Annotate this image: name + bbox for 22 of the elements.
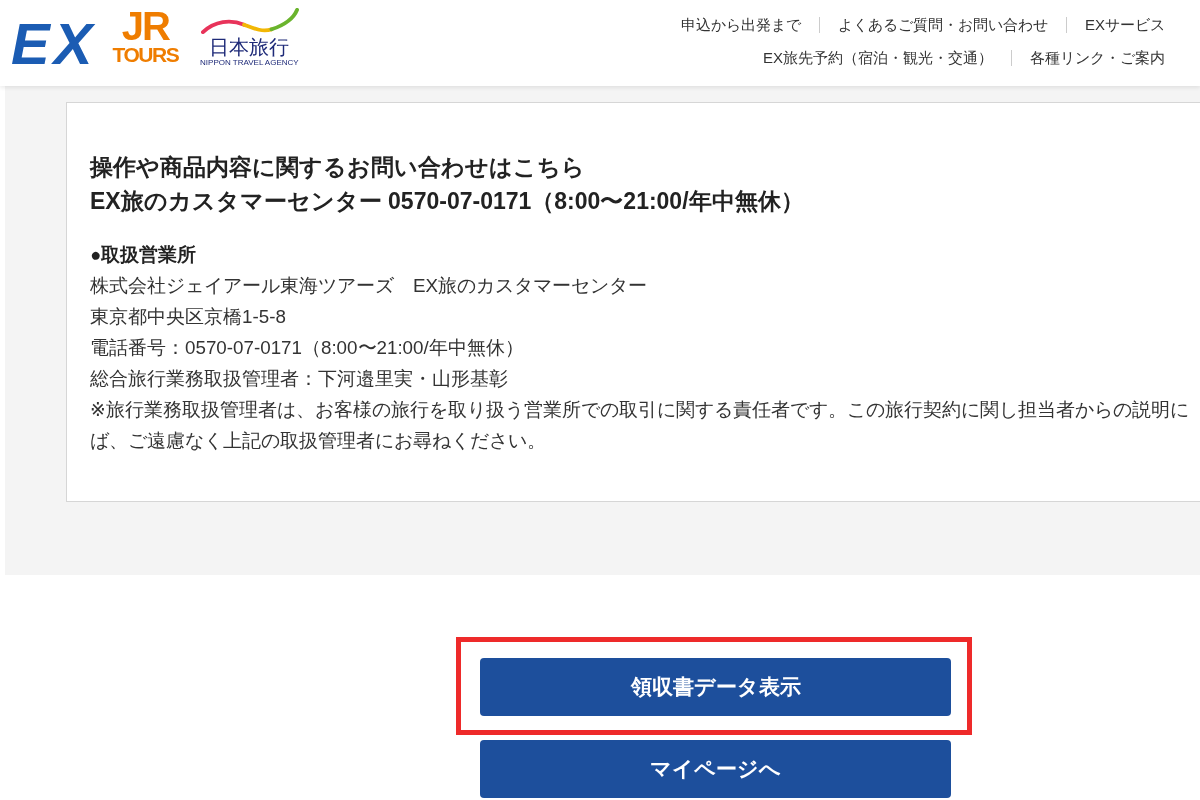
office-info-line: 株式会社ジェイアール東海ツアーズ EX旅のカスタマーセンター xyxy=(90,274,649,298)
action-button[interactable]: マイページへ xyxy=(480,740,951,798)
nav-link[interactable]: 申込から出発まで xyxy=(681,14,801,35)
action-button[interactable]: 領収書データ表示 xyxy=(480,658,951,716)
logo-subtext: NIPPON TRAVEL AGENCY xyxy=(200,58,299,68)
logo-mark: JR xyxy=(121,8,169,44)
contact-phone-heading: EX旅のカスタマーセンター 0570-07-0171（8:00〜21:00/年中無休） xyxy=(90,187,805,216)
nav-link[interactable]: 各種リンク・ご案内 xyxy=(1030,47,1165,68)
nav-link[interactable]: よくあるご質問・お問い合わせ xyxy=(838,14,1048,35)
nav-link[interactable]: EXサービス xyxy=(1085,14,1165,35)
logo-text: 日本旅行 xyxy=(209,36,290,58)
office-info-line: 電話番号：0570-07-0171（8:00〜21:00/年中無休） xyxy=(90,336,525,360)
office-info-line: 東京都中央区京橋1-5-8 xyxy=(90,305,287,329)
swoosh-icon xyxy=(201,8,300,34)
nav-link[interactable]: EX旅先予約（宿泊・観光・交通） xyxy=(763,47,993,68)
office-heading: ●取扱営業所 xyxy=(90,243,198,267)
ex-logo: EX xyxy=(11,15,97,73)
logo-text: TOURS xyxy=(112,44,179,66)
contact-heading: 操作や商品内容に関するお問い合わせはこちら xyxy=(90,153,586,182)
note-text: ※旅行業務取扱管理者は、お客様の旅行を取り扱う営業所での取引に関する責任者です。この旅行契約に関し担当者からの説明に xyxy=(90,398,1190,422)
note-text: ば、ご遠慮なく上記の取扱管理者にお尋ねください。 xyxy=(90,429,547,453)
office-info-line: 総合旅行業務取扱管理者：下河邉里実・山形基彰 xyxy=(90,367,509,391)
